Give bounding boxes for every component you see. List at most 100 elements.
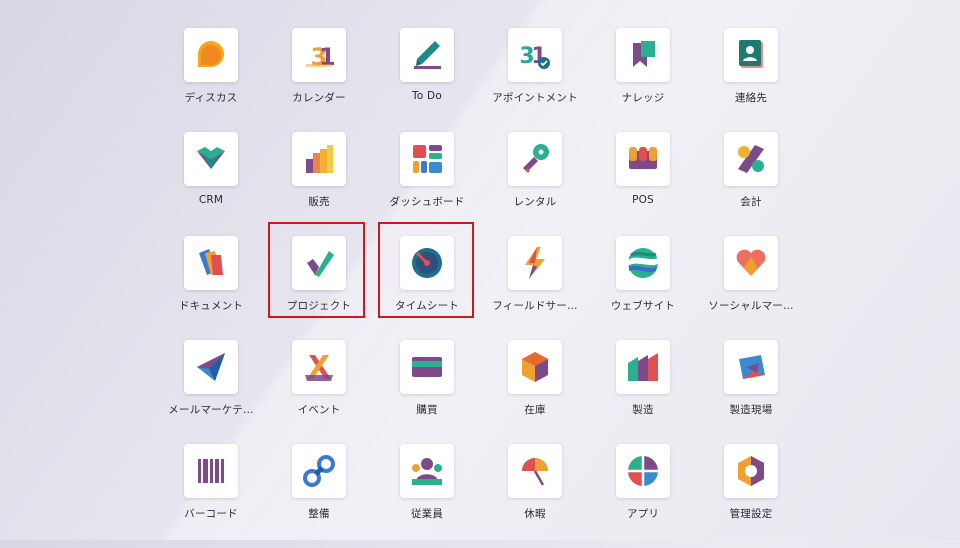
employees-icon (409, 453, 445, 489)
app-tile-calendar[interactable]: 31 (292, 28, 346, 82)
app-label-pos: POS (632, 194, 654, 206)
app-project[interactable]: プロジェクト (265, 236, 373, 340)
app-tile-inventory[interactable] (508, 340, 562, 394)
app-tile-sales[interactable] (292, 132, 346, 186)
app-label-employees: 従業員 (410, 508, 444, 520)
app-label-crm: CRM (198, 194, 224, 206)
app-label-purchase: 購買 (416, 404, 438, 416)
app-employees[interactable]: 従業員 (373, 444, 481, 548)
app-tile-events[interactable] (292, 340, 346, 394)
app-label-calendar: カレンダー (292, 92, 346, 104)
app-time-off[interactable]: 休暇 (481, 444, 589, 548)
app-todo[interactable]: To Do (373, 28, 481, 132)
apps-icon (625, 453, 661, 489)
app-apps[interactable]: アプリ (589, 444, 697, 548)
app-email-marketing[interactable]: メールマーケテ… (157, 340, 265, 444)
app-tile-field-service[interactable] (508, 236, 562, 290)
app-tile-barcode[interactable] (184, 444, 238, 498)
app-rental[interactable]: レンタル (481, 132, 589, 236)
app-inventory[interactable]: 在庫 (481, 340, 589, 444)
app-settings[interactable]: 管理設定 (697, 444, 805, 548)
app-crm[interactable]: CRM (157, 132, 265, 236)
app-events[interactable]: イベント (265, 340, 373, 444)
app-tile-todo[interactable] (400, 28, 454, 82)
app-pos[interactable]: POS (589, 132, 697, 236)
app-tile-contacts[interactable] (724, 28, 778, 82)
accounting-icon (733, 141, 769, 177)
app-social-marketing[interactable]: ソーシャルマー… (697, 236, 805, 340)
app-tile-knowledge[interactable] (616, 28, 670, 82)
app-label-rental: レンタル (513, 196, 557, 208)
app-label-events: イベント (297, 404, 341, 416)
app-contacts[interactable]: 連絡先 (697, 28, 805, 132)
appointment-icon: 31 (517, 37, 553, 73)
app-label-inventory: 在庫 (524, 404, 546, 416)
app-tile-apps[interactable] (616, 444, 670, 498)
app-tile-website[interactable] (616, 236, 670, 290)
app-label-knowledge: ナレッジ (621, 92, 665, 104)
app-tile-settings[interactable] (724, 444, 778, 498)
app-tile-time-off[interactable] (508, 444, 562, 498)
app-label-field-service: フィールドサー… (492, 300, 578, 312)
app-tile-documents[interactable] (184, 236, 238, 290)
app-label-timesheet: タイムシート (395, 300, 459, 312)
app-timesheet[interactable]: タイムシート (373, 236, 481, 340)
app-tile-crm[interactable] (184, 132, 238, 186)
app-label-email-marketing: メールマーケテ… (168, 404, 254, 416)
app-tile-accounting[interactable] (724, 132, 778, 186)
app-label-apps: アプリ (626, 508, 660, 520)
todo-icon (409, 37, 445, 73)
purchase-icon (409, 349, 445, 385)
contacts-icon (733, 37, 769, 73)
email-marketing-icon (193, 349, 229, 385)
app-accounting[interactable]: 会計 (697, 132, 805, 236)
app-tile-employees[interactable] (400, 444, 454, 498)
app-dashboard[interactable]: ダッシュボード (373, 132, 481, 236)
calendar-icon: 31 (301, 37, 337, 73)
app-label-shop-floor: 製造現場 (729, 404, 773, 416)
app-tile-maintenance[interactable] (292, 444, 346, 498)
app-tile-appointment[interactable]: 31 (508, 28, 562, 82)
app-tile-shop-floor[interactable] (724, 340, 778, 394)
app-tile-project[interactable] (292, 236, 346, 290)
app-tile-dashboard[interactable] (400, 132, 454, 186)
app-appointment[interactable]: 3 1 アポイントメント (481, 28, 589, 132)
app-label-time-off: 休暇 (524, 508, 546, 520)
app-label-settings: 管理設定 (729, 508, 773, 520)
app-label-dashboard: ダッシュボード (389, 196, 465, 208)
shop-floor-icon (733, 349, 769, 385)
app-shop-floor[interactable]: 製造現場 (697, 340, 805, 444)
app-documents[interactable]: ドキュメント (157, 236, 265, 340)
app-tile-timesheet[interactable] (400, 236, 454, 290)
app-tile-pos[interactable] (616, 132, 670, 186)
app-label-website: ウェブサイト (610, 300, 676, 312)
app-purchase[interactable]: 購買 (373, 340, 481, 444)
app-tile-manufacturing[interactable] (616, 340, 670, 394)
app-sales[interactable]: 販売 (265, 132, 373, 236)
app-maintenance[interactable]: 整備 (265, 444, 373, 548)
app-label-maintenance: 整備 (308, 508, 330, 520)
app-field-service[interactable]: フィールドサー… (481, 236, 589, 340)
maintenance-icon (301, 453, 337, 489)
documents-icon (193, 245, 229, 281)
app-label-project: プロジェクト (286, 300, 352, 312)
app-barcode[interactable]: バーコード (157, 444, 265, 548)
app-tile-email-marketing[interactable] (184, 340, 238, 394)
app-tile-discuss[interactable] (184, 28, 238, 82)
app-manufacturing[interactable]: 製造 (589, 340, 697, 444)
app-knowledge[interactable]: ナレッジ (589, 28, 697, 132)
app-calendar[interactable]: 3 1 カレンダー (265, 28, 373, 132)
timesheet-icon (409, 245, 445, 281)
social-marketing-icon (733, 245, 769, 281)
manufacturing-icon (625, 349, 661, 385)
app-tile-rental[interactable] (508, 132, 562, 186)
app-discuss[interactable]: ディスカス (157, 28, 265, 132)
dashboard-icon (409, 141, 445, 177)
app-label-documents: ドキュメント (178, 300, 244, 312)
app-website[interactable]: ウェブサイト (589, 236, 697, 340)
app-label-todo: To Do (412, 90, 442, 102)
pos-icon (625, 141, 661, 177)
app-tile-purchase[interactable] (400, 340, 454, 394)
app-tile-social-marketing[interactable] (724, 236, 778, 290)
app-grid: ディスカス 3 1 カレンダー To Do 3 1 アポイントメント ナレッジ 連絡先 CRM 販売 ダ… (157, 28, 805, 548)
